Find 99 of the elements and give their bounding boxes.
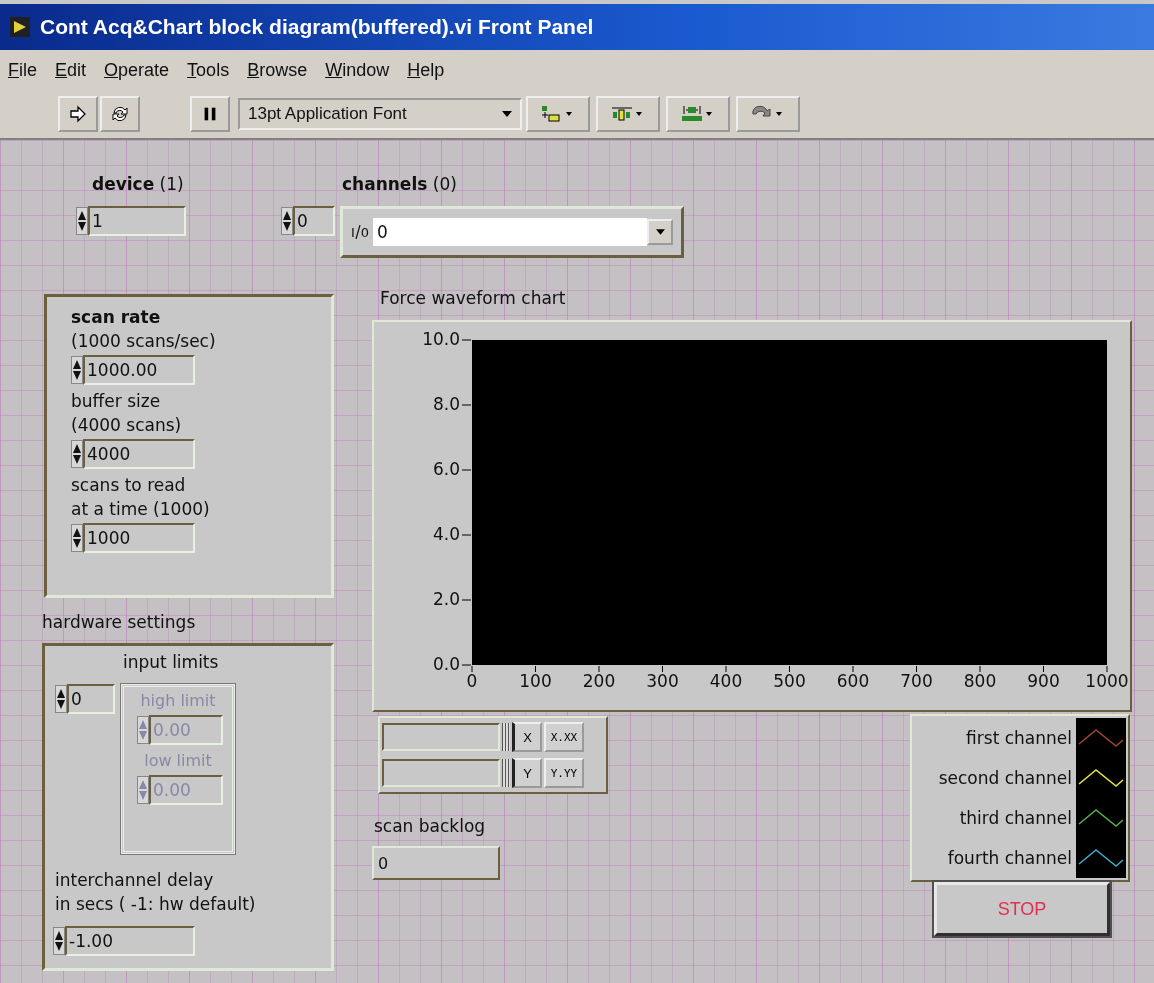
legend-label: fourth channel [947, 848, 1073, 868]
menu-item[interactable]: Help [407, 59, 445, 81]
resize-button[interactable] [666, 96, 730, 132]
y-tick-label: 8.0 [432, 394, 460, 414]
menu-item[interactable]: File [8, 59, 37, 81]
tick-mark [535, 665, 536, 673]
spinner-arrows [137, 716, 149, 744]
x-tick-label: 600 [836, 671, 870, 691]
delay-label: interchannel delay in secs ( -1: hw default) [55, 869, 256, 916]
menu-item[interactable]: Window [325, 59, 390, 81]
tick-mark [1043, 665, 1044, 673]
spinner-arrows[interactable] [71, 356, 83, 384]
cursor-field[interactable] [382, 759, 500, 787]
reorder-button[interactable] [736, 96, 800, 132]
arrow-icon [68, 104, 88, 124]
grip-icon [502, 723, 510, 751]
y-tick-label: 4.0 [432, 524, 460, 544]
x-tick-label: 700 [900, 671, 933, 691]
index-field[interactable]: 0 [293, 206, 335, 236]
window-title: Cont Acq&Chart block diagram(buffered).vi Front Panel [40, 15, 594, 39]
device-field[interactable]: 1 [88, 206, 186, 236]
io-glyph: I 0 [351, 224, 371, 240]
tick-mark [598, 665, 600, 673]
tick-mark [789, 665, 790, 673]
hardware-settings-label: hardware settings [42, 612, 196, 632]
tick-mark [461, 469, 472, 471]
tick-mark [1106, 665, 1108, 673]
dropdown-arrow-icon [655, 229, 665, 235]
spinner-arrows[interactable] [55, 685, 67, 713]
scan-backlog-label: scan backlog [374, 816, 486, 836]
y-tick-label: 6.0 [432, 459, 460, 479]
legend-label: second channel [938, 768, 1073, 788]
font-dropdown[interactable]: 13pt Application Font [238, 98, 522, 130]
tick-mark [461, 534, 472, 536]
spinner-arrows [137, 776, 149, 804]
run-button[interactable] [58, 96, 98, 132]
menu-item[interactable]: Browse [247, 59, 308, 81]
tick-mark [916, 665, 917, 673]
numeric-field[interactable]: 1000 [83, 523, 195, 553]
x-tick-label: 500 [773, 671, 806, 691]
control-label: buffer size (4000 scans) [71, 390, 182, 437]
dropdown-arrow-icon [502, 111, 512, 117]
numeric-field[interactable]: 1000.00 [83, 355, 195, 385]
cursor-field[interactable] [382, 723, 500, 751]
device-label: device (1) [92, 174, 184, 194]
x-tick-label: 800 [963, 671, 997, 691]
x-tick-label: 300 [646, 671, 679, 691]
menu-item[interactable]: Operate [104, 59, 170, 81]
spinner-arrows[interactable] [71, 524, 83, 552]
x-tick-label: 200 [582, 671, 616, 691]
menu-item[interactable]: Edit [55, 59, 87, 81]
scan-backlog-indicator: 0 [372, 846, 500, 880]
x-tick-label: 100 [519, 671, 552, 691]
control-label: scans to read at a time (1000) [71, 474, 210, 521]
pause-button[interactable] [190, 96, 230, 132]
y-tick-label: 0.0 [432, 654, 460, 674]
tick-mark [662, 665, 663, 673]
numeric-field[interactable]: 4000 [83, 439, 195, 469]
tick-mark [461, 339, 472, 341]
spinner-arrows[interactable] [53, 927, 65, 955]
x-tick-label: 1000 [1085, 671, 1129, 691]
limit-label: high limit [140, 690, 216, 712]
tick-mark [979, 665, 981, 673]
tick-mark [461, 404, 472, 406]
x-tick-label: 900 [1027, 671, 1060, 691]
format-button[interactable]: Y.YY [544, 758, 584, 788]
chart-title: Force waveform chart [380, 288, 566, 308]
grip-icon [502, 759, 510, 787]
x-tick-label: 0 [466, 671, 478, 691]
channels-label: channels (0) [342, 174, 457, 194]
slash-icon [354, 225, 361, 239]
x-tick-label: 400 [709, 671, 743, 691]
format-button[interactable]: X.XX [544, 722, 584, 752]
y-tick-label: 2.0 [432, 589, 460, 609]
menu-item[interactable]: Tools [187, 59, 230, 81]
channels-combo-box[interactable]: I 0 0 [340, 206, 684, 258]
spinner-arrows[interactable] [71, 440, 83, 468]
axis-scale-button[interactable]: Y [512, 758, 542, 788]
limit-field: 0.00 [149, 715, 223, 745]
distribute-button[interactable] [596, 96, 660, 132]
y-tick-label: 10.0 [422, 329, 460, 349]
tick-mark [725, 665, 727, 673]
spinner-arrows[interactable] [76, 207, 88, 235]
input-limits-label: input limits [123, 652, 219, 672]
limit-label: low limit [144, 750, 212, 772]
delay-field[interactable]: -1.00 [65, 926, 195, 956]
dropdown-button[interactable] [647, 219, 673, 245]
run-continuously-button[interactable] [100, 96, 140, 132]
align-button[interactable] [526, 96, 590, 132]
legend-label: third channel [959, 808, 1073, 828]
control-label: scan rate (1000 scans/sec) [71, 306, 216, 353]
tick-mark [852, 665, 854, 673]
play-icon [10, 17, 30, 37]
axis-scale-button[interactable]: X [512, 722, 542, 752]
limit-field: 0.00 [149, 775, 223, 805]
spinner-arrows[interactable] [281, 207, 293, 235]
tick-mark [461, 599, 472, 601]
legend-label: first channel [966, 728, 1073, 748]
index-field[interactable]: 0 [67, 684, 115, 714]
